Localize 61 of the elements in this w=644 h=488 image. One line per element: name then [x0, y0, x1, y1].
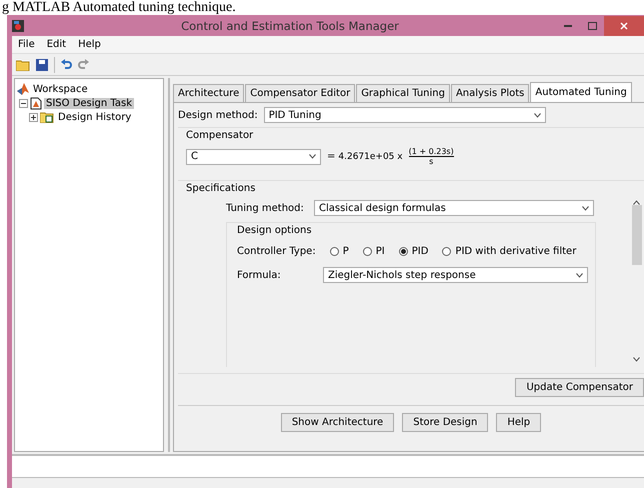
design-method-dropdown[interactable]: PID Tuning	[264, 107, 546, 123]
compensator-dropdown[interactable]: C	[186, 148, 321, 164]
chevron-down-icon	[534, 112, 541, 118]
tab[interactable]: Compensator Editor	[245, 84, 356, 103]
tree-item[interactable]: Design History	[56, 112, 134, 122]
app-icon	[12, 20, 24, 32]
save-icon[interactable]	[36, 58, 48, 70]
menu-item[interactable]: Edit	[46, 39, 66, 50]
folder-icon	[40, 111, 54, 123]
tab[interactable]: Analysis Plots	[450, 84, 530, 103]
folder-icon[interactable]	[16, 58, 30, 70]
tab[interactable]: Graphical Tuning	[356, 84, 450, 103]
close-icon[interactable]	[620, 22, 628, 30]
group-title: Design options	[237, 225, 313, 236]
minimize-icon[interactable]	[564, 24, 572, 26]
chevron-down-icon	[582, 206, 589, 210]
action-button[interactable]: Store Design	[402, 413, 488, 432]
radio-icon[interactable]	[398, 247, 408, 256]
chevron-down-icon	[576, 272, 583, 278]
redo-icon[interactable]	[78, 59, 89, 70]
tree-item[interactable]: Workspace	[31, 84, 90, 94]
radio-icon[interactable]	[362, 247, 372, 256]
scrollbar[interactable]	[631, 200, 642, 362]
collapse-icon[interactable]	[19, 98, 28, 108]
undo-icon[interactable]	[61, 59, 72, 70]
update-compensator-button[interactable]: Update Compensator	[515, 378, 644, 397]
action-button[interactable]: Help	[496, 413, 542, 432]
window-title: Control and Estimation Tools Manager	[180, 18, 400, 32]
group-title: Compensator	[186, 130, 254, 141]
group-title: Specifications	[186, 183, 256, 194]
tab[interactable]: Automated Tuning	[530, 82, 632, 103]
radio-button[interactable]: PID with derivative filter	[442, 246, 576, 257]
chevron-down-icon	[309, 154, 316, 159]
fraction-text: (1 + 0.23s) s	[408, 147, 454, 166]
formula-text: =	[327, 151, 336, 162]
document-icon	[30, 96, 42, 110]
matlab-logo-icon	[17, 83, 29, 95]
caption-text: g MATLAB Automated tuning technique.	[1, 0, 237, 15]
field-label: Design method:	[178, 110, 258, 120]
maximize-icon[interactable]	[588, 22, 596, 30]
tab[interactable]: Architecture	[173, 84, 244, 103]
chevron-down-icon	[633, 357, 640, 362]
field-label: Controller Type:	[237, 246, 316, 257]
radio-button[interactable]: P	[330, 246, 349, 257]
gain-text: 4.2671e+05 x	[338, 152, 403, 162]
radio-icon[interactable]	[330, 247, 339, 256]
action-button[interactable]: Show Architecture	[280, 413, 394, 432]
radio-icon[interactable]	[442, 247, 452, 256]
expand-icon[interactable]	[29, 112, 38, 122]
chevron-up-icon[interactable]	[633, 200, 640, 205]
field-label: Formula:	[237, 270, 282, 280]
menu-item[interactable]: File	[18, 39, 35, 50]
formula-dropdown[interactable]: Ziegler-Nichols step response	[323, 267, 588, 283]
menu-item[interactable]: Help	[78, 39, 101, 50]
field-label: Tuning method:	[226, 202, 305, 214]
tuning-method-dropdown[interactable]: Classical design formulas	[314, 200, 594, 216]
scrollbar-thumb[interactable]	[632, 205, 642, 265]
radio-button[interactable]: PID	[398, 246, 428, 257]
radio-button[interactable]: PI	[362, 246, 385, 257]
tree-item[interactable]: SISO Design Task	[44, 98, 134, 108]
close-button[interactable]	[604, 16, 644, 36]
